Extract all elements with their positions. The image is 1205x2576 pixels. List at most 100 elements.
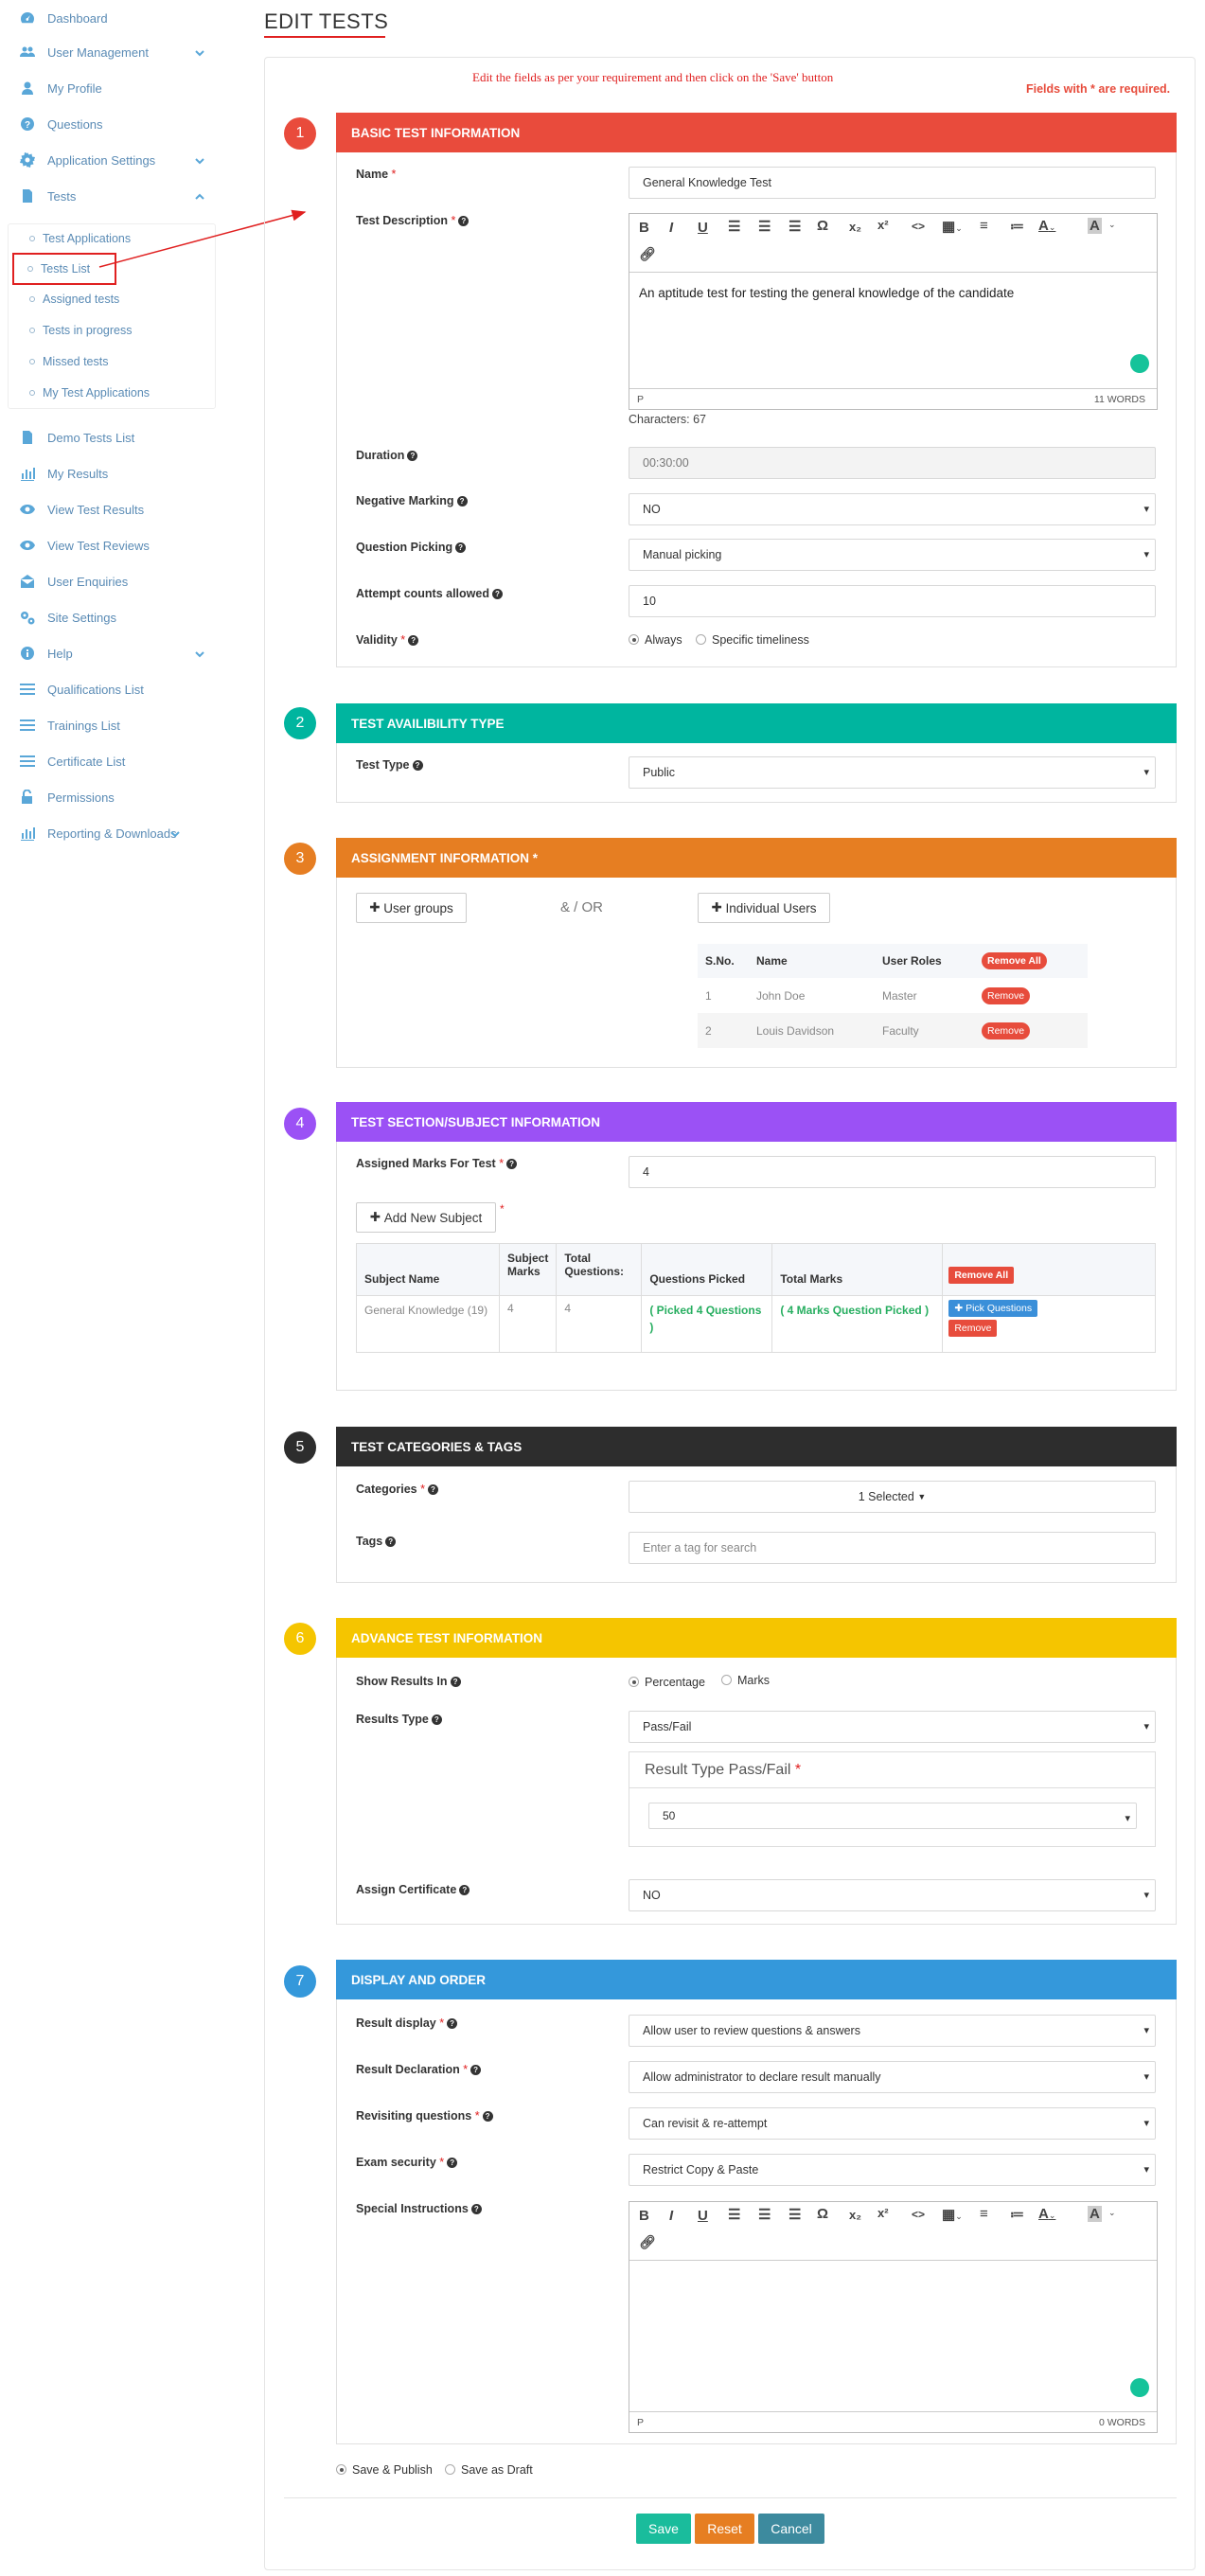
sidebar-item-help[interactable]: Help [0,635,216,671]
align-left-icon[interactable]: ☰ [728,2206,740,2223]
editor-content[interactable]: An aptitude test for testing the general… [629,273,1157,388]
col-sno: S.No. [705,954,735,968]
col-subject-marks: Subject Marks [499,1243,558,1296]
align-right-icon[interactable]: ☰ [789,2206,801,2223]
result-display-select[interactable]: Allow user to review questions & answers [629,2015,1156,2047]
validity-always-radio[interactable]: Always [629,633,682,647]
table-header-row: Subject Name Subject Marks Total Questio… [356,1243,1156,1296]
italic-icon[interactable]: I [669,220,673,236]
remove-button[interactable]: Remove [982,986,1031,1004]
sidebar-item-view-test-results[interactable]: View Test Results [0,491,216,527]
description-editor[interactable]: B I U ☰ ☰ ☰ Ω x₂ x² <> ▦⌄ ≡ ≔ A⌄ A ⌄ 🔗︎ A… [629,213,1158,410]
numbered-list-icon[interactable]: ≡ [980,218,988,234]
categories-select[interactable]: 1 Selected ▼ [629,1481,1156,1513]
assign-certificate-select[interactable]: NO [629,1879,1156,1911]
bar-chart-icon [19,465,36,482]
remove-all-button[interactable]: Remove All [982,952,1047,969]
remove-subject-button[interactable]: Remove [948,1320,998,1337]
sub-item-tests-in-progress[interactable]: Tests in progress [9,316,215,345]
link-icon[interactable]: 🔗︎ [639,2234,656,2250]
sidebar-item-my-profile[interactable]: My Profile [0,70,216,106]
table-icon[interactable]: ▦⌄ [942,2206,963,2223]
remove-button[interactable]: Remove [982,1022,1031,1039]
reset-button[interactable]: Reset [695,2514,754,2544]
assigned-marks-input[interactable]: 4 [629,1156,1156,1188]
cancel-button[interactable]: Cancel [758,2514,824,2544]
align-center-icon[interactable]: ☰ [758,2206,771,2223]
save-publish-radio[interactable]: Save & Publish [336,2463,433,2477]
pass-percentage-select[interactable]: 50 [648,1803,1137,1829]
special-char-icon[interactable]: Ω [817,2206,828,2222]
special-char-icon[interactable]: Ω [817,218,828,234]
percentage-radio[interactable]: Percentage [629,1676,705,1689]
underline-icon[interactable]: U [698,2208,708,2224]
question-picking-select[interactable]: Manual picking [629,539,1156,571]
test-type-select[interactable]: Public [629,756,1156,789]
align-right-icon[interactable]: ☰ [789,218,801,235]
underline-icon[interactable]: U [698,220,708,236]
sidebar-item-trainings[interactable]: Trainings List [0,707,216,743]
individual-users-button[interactable]: ✚ Individual Users [698,893,830,923]
text-color-icon[interactable]: A⌄ [1038,2206,1055,2222]
sidebar-item-permissions[interactable]: Permissions [0,779,216,815]
validity-specific-radio[interactable]: Specific timeliness [696,633,809,647]
sidebar-item-my-results[interactable]: My Results [0,455,216,491]
sidebar-item-application-settings[interactable]: Application Settings [0,142,216,178]
bold-icon[interactable]: B [639,220,649,236]
numbered-list-icon[interactable]: ≡ [980,2206,988,2222]
sidebar-item-site-settings[interactable]: Site Settings [0,599,216,635]
results-type-select[interactable]: Pass/Fail [629,1711,1156,1743]
sidebar-item-demo-tests[interactable]: Demo Tests List [0,419,216,455]
special-instructions-editor[interactable]: B I U ☰ ☰ ☰ Ω x₂ x² <> ▦⌄ ≡ ≔ A⌄ A ⌄ 🔗︎ P… [629,2201,1158,2433]
sidebar-item-certificates[interactable]: Certificate List [0,743,216,779]
bullet-list-icon[interactable]: ≔ [1010,2206,1024,2223]
pick-questions-button[interactable]: ✚ Pick Questions [948,1300,1038,1317]
exam-security-select[interactable]: Restrict Copy & Paste [629,2154,1156,2186]
align-center-icon[interactable]: ☰ [758,218,771,235]
code-icon[interactable]: <> [912,220,925,233]
superscript-icon[interactable]: x² [877,218,889,232]
sidebar-item-user-enquiries[interactable]: User Enquiries [0,563,216,599]
revisiting-select[interactable]: Can revisit & re-attempt [629,2107,1156,2140]
code-icon[interactable]: <> [912,2208,925,2221]
sidebar-item-view-test-reviews[interactable]: View Test Reviews [0,527,216,563]
bold-icon[interactable]: B [639,2208,649,2224]
bullet-list-icon[interactable]: ≔ [1010,218,1024,235]
align-left-icon[interactable]: ☰ [728,218,740,235]
sub-item-missed-tests[interactable]: Missed tests [9,347,215,376]
grammarly-icon[interactable] [1130,2378,1149,2397]
add-subject-button[interactable]: ✚ Add New Subject [356,1202,496,1233]
user-groups-button[interactable]: ✚ User groups [356,893,467,923]
bar-chart-icon [19,825,36,842]
marks-radio[interactable]: Marks [721,1674,770,1687]
grammarly-icon[interactable] [1130,354,1149,373]
sidebar-item-dashboard[interactable]: Dashboard [0,0,216,36]
duration-input[interactable]: 00:30:00 [629,447,1156,479]
name-input[interactable]: General Knowledge Test [629,167,1156,199]
remove-all-subjects-button[interactable]: Remove All [948,1267,1015,1284]
step-badge-2: 2 [284,707,316,739]
subscript-icon[interactable]: x₂ [849,220,861,234]
link-icon[interactable]: 🔗︎ [639,246,656,262]
subscript-icon[interactable]: x₂ [849,2208,861,2222]
save-button[interactable]: Save [636,2514,691,2544]
text-color-icon[interactable]: A⌄ [1038,218,1055,234]
editor-content[interactable] [629,2261,1157,2411]
attempt-input[interactable]: 10 [629,585,1156,617]
result-declaration-select[interactable]: Allow administrator to declare result ma… [629,2061,1156,2093]
sub-item-my-test-applications[interactable]: My Test Applications [9,379,215,407]
sidebar-item-user-management[interactable]: User Management [0,34,216,70]
sidebar-item-questions[interactable]: ? Questions [0,106,216,142]
save-draft-radio[interactable]: Save as Draft [445,2463,533,2477]
bg-color-icon[interactable]: A [1088,2206,1102,2222]
table-icon[interactable]: ▦⌄ [942,218,963,235]
bg-color-icon[interactable]: A [1088,218,1102,234]
tags-input[interactable]: Enter a tag for search [629,1532,1156,1564]
sidebar-item-qualifications[interactable]: Qualifications List [0,671,216,707]
sub-item-assigned-tests[interactable]: Assigned tests [9,285,215,313]
italic-icon[interactable]: I [669,2208,673,2224]
superscript-icon[interactable]: x² [877,2206,889,2220]
sidebar-item-reporting[interactable]: Reporting & Downloads [0,815,216,851]
negative-marking-select[interactable]: NO [629,493,1156,525]
bullet-icon [27,266,33,272]
